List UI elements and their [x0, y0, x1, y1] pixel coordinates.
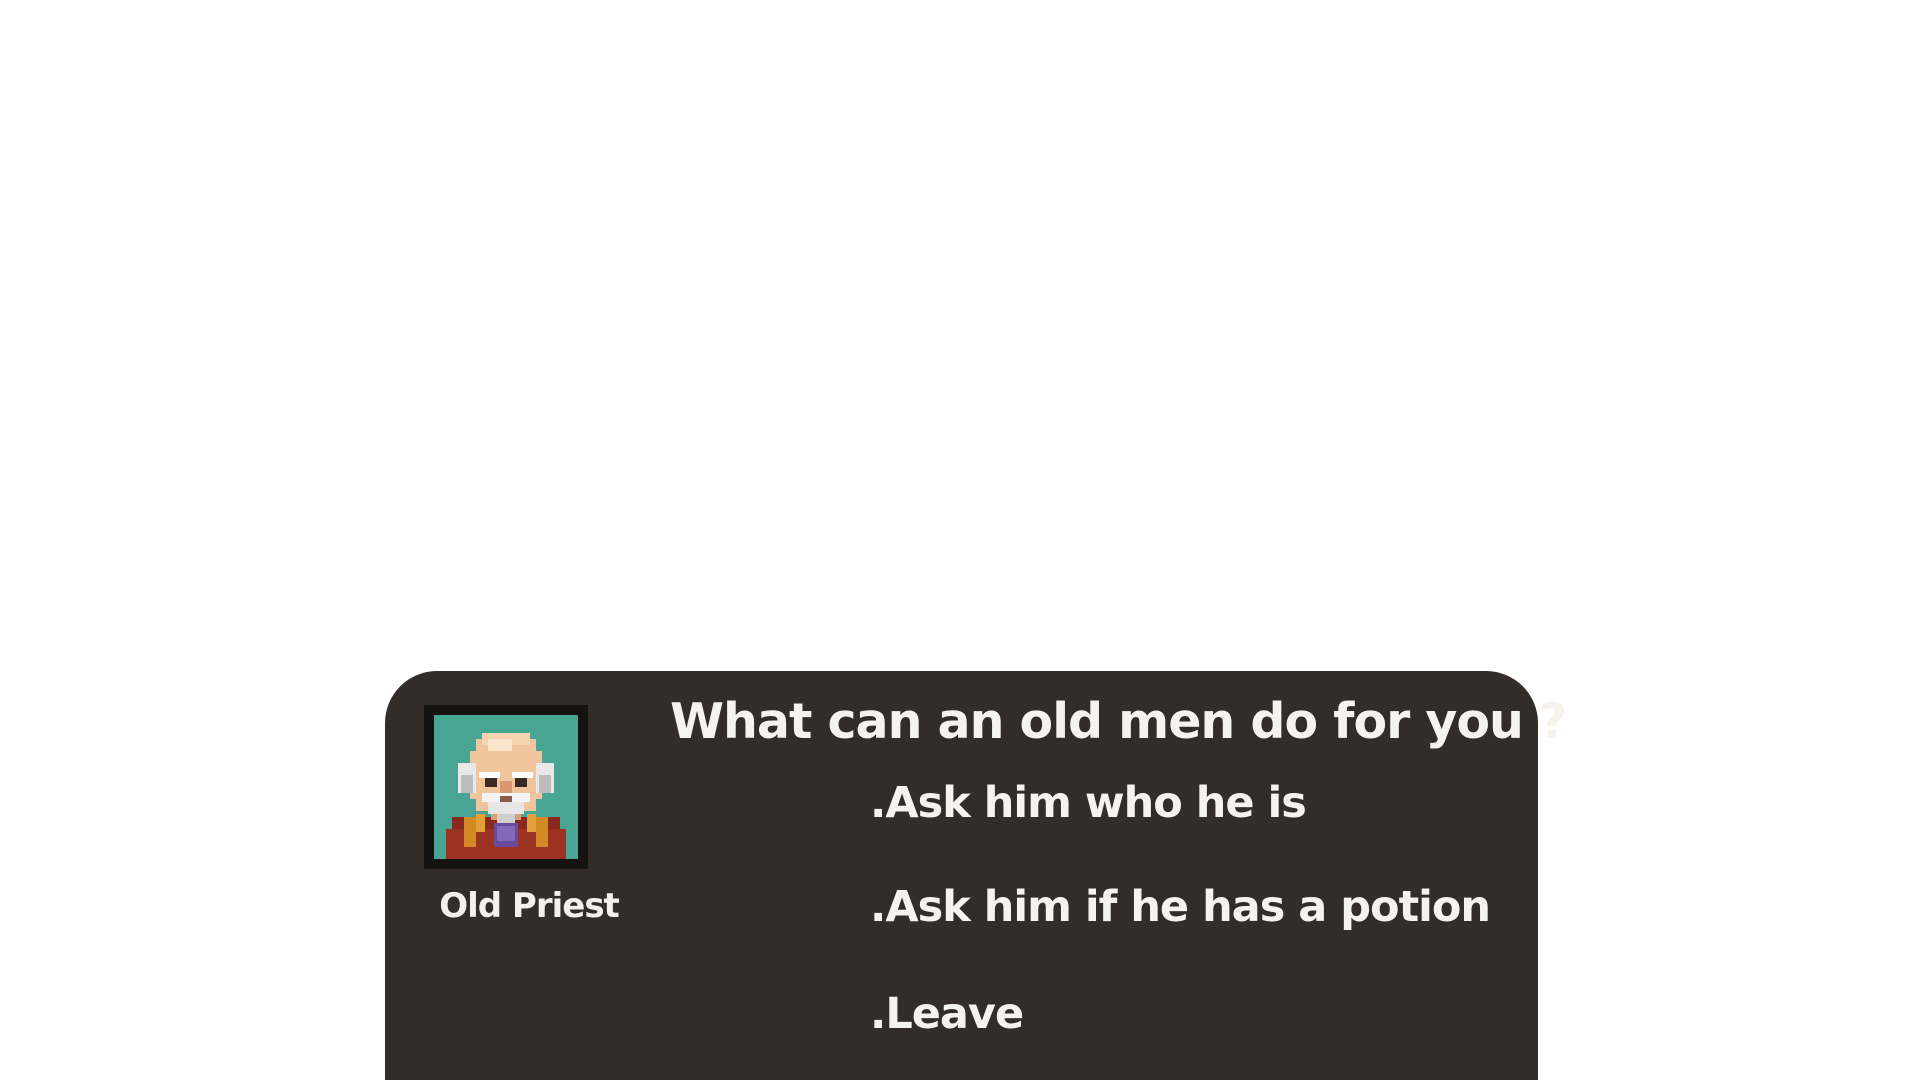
choice-ask-who[interactable]: .Ask him who he is [870, 778, 1307, 828]
dialog-box: Old Priest What can an old men do for yo… [385, 671, 1567, 1080]
npc-name: Old Priest [439, 886, 620, 926]
npc-portrait-frame [424, 705, 588, 869]
dialog-prompt: What can an old men do for you ? [670, 693, 1567, 750]
choice-leave[interactable]: .Leave [870, 989, 1024, 1039]
old-priest-portrait-icon [434, 715, 578, 859]
choice-ask-potion[interactable]: .Ask him if he has a potion [870, 882, 1491, 932]
old-priest-sprite [446, 733, 566, 859]
game-screen: Old Priest What can an old men do for yo… [0, 0, 1920, 1080]
